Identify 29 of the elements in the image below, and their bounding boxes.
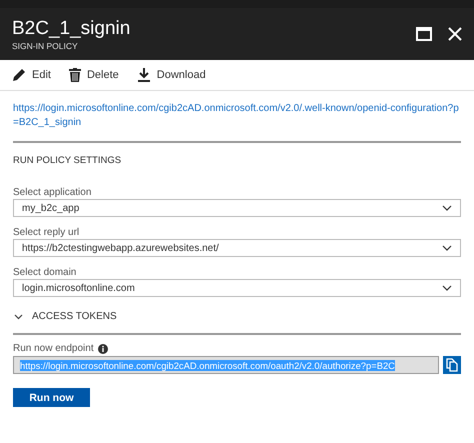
download-button[interactable]: Download [136, 68, 206, 82]
copy-icon [446, 358, 458, 372]
delete-button[interactable]: Delete [68, 68, 119, 82]
section-heading: RUN POLICY SETTINGS [13, 155, 122, 166]
maximize-icon[interactable] [416, 27, 432, 41]
chevron-down-icon [442, 205, 452, 211]
chevron-down-icon [14, 314, 23, 320]
dropdown[interactable]: https://b2ctestingwebapp.azurewebsites.net/ [13, 239, 461, 257]
field-label: Select application [13, 186, 92, 199]
pencil-icon [12, 68, 26, 82]
chevron-down-icon [442, 245, 452, 251]
info-icon[interactable] [98, 344, 108, 354]
dropdown[interactable]: login.microsoftonline.com [13, 279, 461, 297]
field-label: Select domain [13, 266, 78, 279]
field-label: Select reply url [13, 226, 80, 239]
endpoint-text: https://login.microsoftonline.com/cgib2cAD.onmicrosoft.com/oauth2/v2.0/authorize?p=B2C [20, 360, 395, 370]
copy-button[interactable] [443, 356, 461, 374]
blade-title: B2C_1_signin [12, 17, 130, 40]
run-now-button[interactable]: Run now [13, 388, 90, 407]
blade-subtitle: SIGN-IN POLICY [12, 41, 79, 51]
trash-icon [68, 68, 81, 82]
download-icon [136, 68, 151, 82]
close-icon[interactable] [448, 27, 462, 41]
metadata-link[interactable]: https://login.microsoftonline.com/cgib2cAD.onmicrosoft.com/v2.0/.well-known/openid-configuration?p=B2C_1_signin [13, 102, 461, 130]
field-label: Run now endpoint [13, 342, 94, 355]
access-tokens-toggle[interactable]: ACCESS TOKENS [14, 311, 461, 322]
dropdown[interactable]: my_b2c_app [13, 199, 461, 217]
chevron-down-icon [442, 285, 452, 291]
edit-button[interactable]: Edit [12, 68, 51, 82]
